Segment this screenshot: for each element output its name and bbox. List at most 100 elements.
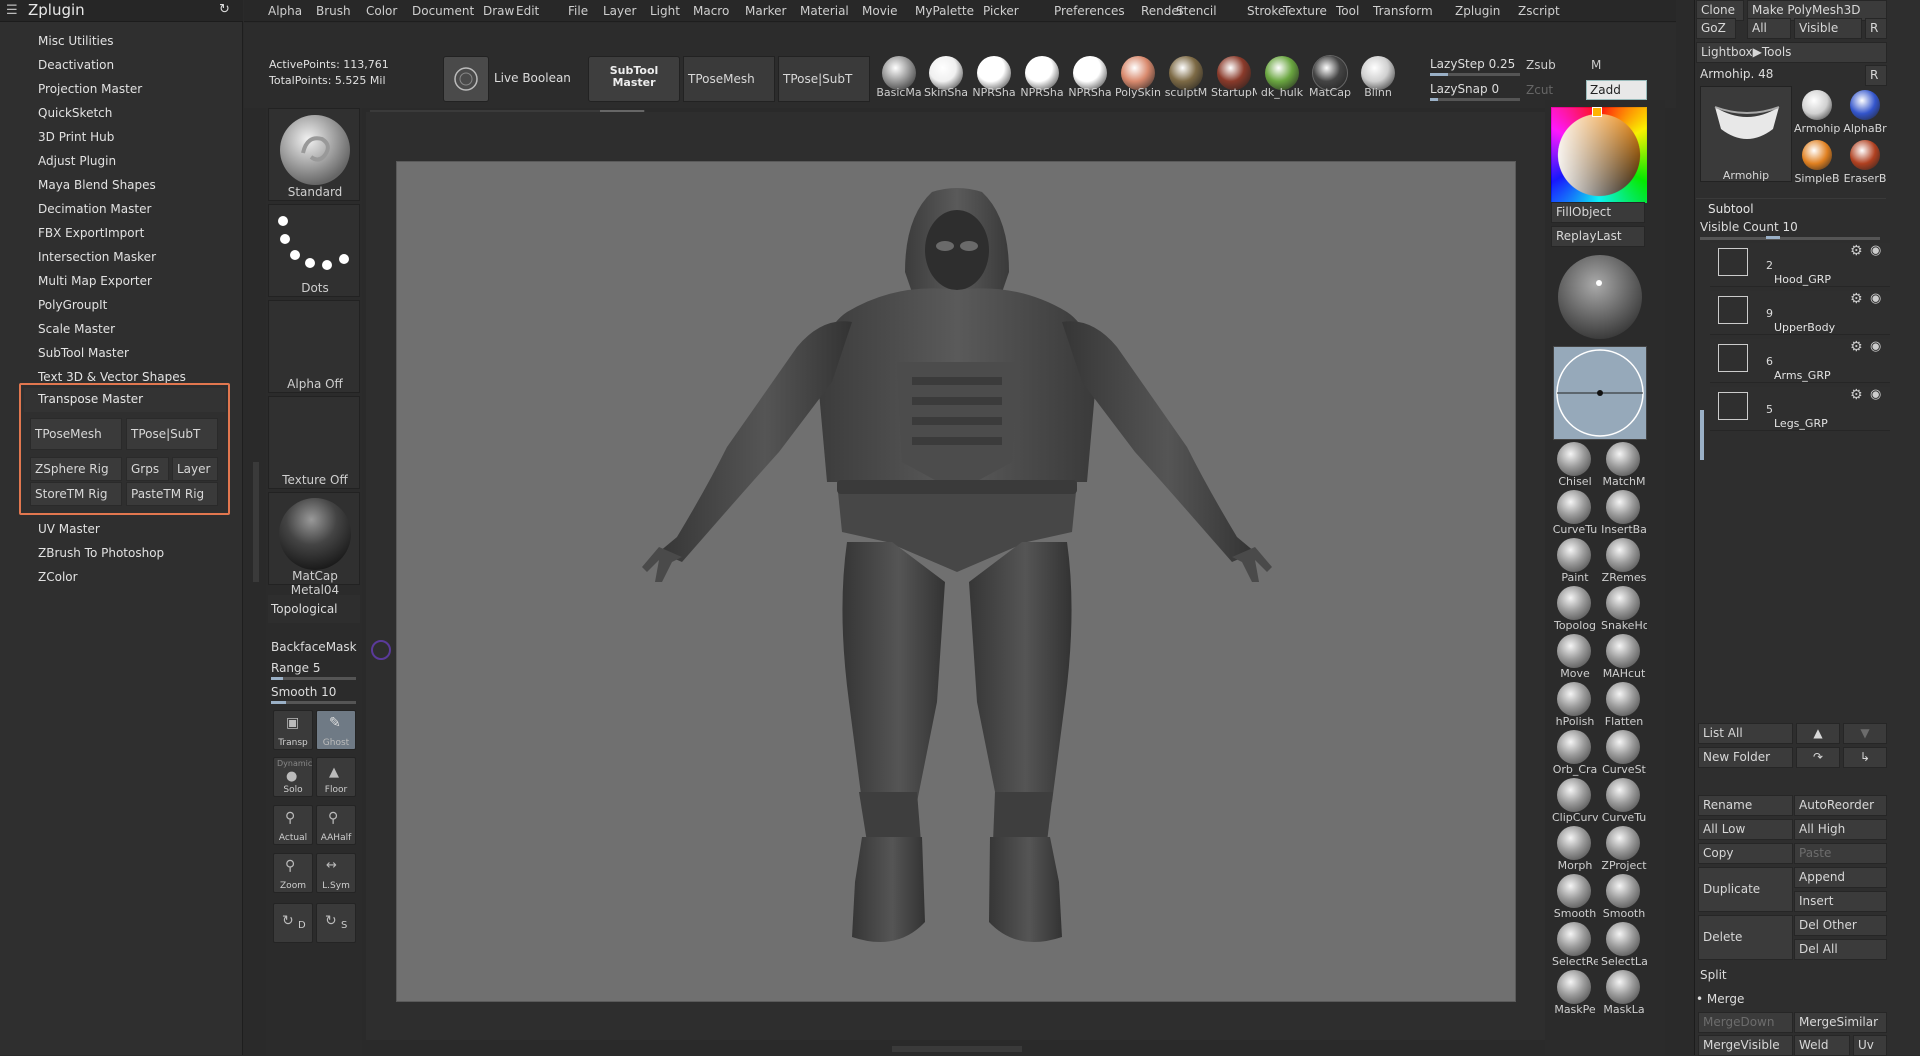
material-swatch[interactable] [977, 56, 1011, 90]
material-swatch[interactable] [1361, 56, 1395, 90]
visible-count-slider[interactable]: Visible Count 10 [1700, 220, 1798, 234]
eye-icon[interactable]: ◉ [1870, 243, 1881, 258]
mergedown-button[interactable]: MergeDown [1698, 1012, 1793, 1033]
gear-icon[interactable]: ⚙ [1850, 243, 1863, 259]
lsym-button[interactable]: ↔ L.Sym [316, 853, 356, 893]
stroke-thumbnail[interactable]: Dots [268, 204, 360, 297]
menu-brush[interactable]: Brush [316, 4, 351, 18]
menu-stencil[interactable]: Stencil [1176, 4, 1217, 18]
solo-button[interactable]: Dynamic ● Solo [273, 757, 313, 797]
smooth-slider[interactable]: Smooth 10 [271, 685, 336, 699]
zcut-toggle[interactable]: Zcut [1526, 83, 1553, 97]
tool-thumb-icon[interactable] [1850, 140, 1880, 170]
list-all-button[interactable]: List All [1698, 723, 1793, 744]
material-swatch[interactable] [882, 56, 916, 90]
live-boolean-toggle[interactable] [443, 56, 489, 102]
plugin-item[interactable]: Adjust Plugin [38, 154, 116, 168]
brush-icon[interactable] [1557, 586, 1591, 620]
range-slider[interactable]: Range 5 [271, 661, 320, 675]
brush-icon[interactable] [1606, 442, 1640, 476]
tool-r-button[interactable]: R [1865, 65, 1887, 86]
menu-file[interactable]: File [568, 4, 588, 18]
menu-edit[interactable]: Edit [516, 4, 539, 18]
lazysnap-track[interactable] [1430, 98, 1520, 101]
split-header[interactable]: Split [1700, 968, 1727, 982]
move-down-button[interactable]: ▼ [1843, 723, 1887, 744]
zsub-toggle[interactable]: Zsub [1526, 58, 1556, 72]
menu-light[interactable]: Light [650, 4, 680, 18]
brush-icon[interactable] [1606, 730, 1640, 764]
visible-button[interactable]: Visible [1794, 18, 1862, 39]
document-viewport[interactable] [396, 161, 1516, 1002]
brush-icon[interactable] [1606, 586, 1640, 620]
lightbox-tools-button[interactable]: Lightbox▶Tools [1696, 42, 1887, 63]
brush-icon[interactable] [1606, 634, 1640, 668]
brush-icon[interactable] [1606, 922, 1640, 956]
material-swatch[interactable] [929, 56, 963, 90]
subtool-folder-row[interactable]: 5 Legs_GRP ⚙ ◉ [1710, 387, 1890, 431]
merge-header[interactable]: • Merge [1696, 992, 1744, 1006]
floor-button[interactable]: ▲ Floor [316, 757, 356, 797]
brush-icon[interactable] [1557, 442, 1591, 476]
subtool-folder-row[interactable]: 2 Hood_GRP ⚙ ◉ [1710, 243, 1890, 287]
brush-icon[interactable] [1606, 874, 1640, 908]
subtool-scroll-indicator[interactable] [1700, 410, 1704, 460]
draw-s-button[interactable]: ↻ S [316, 903, 356, 943]
plugin-item[interactable]: SubTool Master [38, 346, 129, 360]
brush-icon[interactable] [1557, 970, 1591, 1004]
paste-button[interactable]: Paste [1794, 843, 1887, 864]
pastetm-rig-button[interactable]: PasteTM Rig [126, 482, 218, 506]
plugin-item[interactable]: Misc Utilities [38, 34, 114, 48]
alpha-thumbnail[interactable]: Alpha Off [268, 300, 360, 393]
material-swatch[interactable] [1121, 56, 1155, 90]
layer-toggle[interactable]: Layer [172, 457, 218, 481]
menu-color[interactable]: Color [366, 4, 397, 18]
aahalf-button[interactable]: ⚲ AAHalf [316, 805, 356, 845]
duplicate-button[interactable]: Duplicate [1698, 867, 1793, 912]
append-button[interactable]: Append [1794, 867, 1887, 888]
transp-button[interactable]: ▣ Transp [273, 710, 313, 750]
plugin-item[interactable]: Scale Master [38, 322, 115, 336]
plugin-item[interactable]: Maya Blend Shapes [38, 178, 156, 192]
plugin-item[interactable]: Decimation Master [38, 202, 151, 216]
texture-thumbnail[interactable]: Texture Off [268, 396, 360, 489]
brush-icon[interactable] [1557, 778, 1591, 812]
rename-button[interactable]: Rename [1698, 795, 1793, 816]
plugin-item[interactable]: FBX ExportImport [38, 226, 144, 240]
autoreorder-button[interactable]: AutoReorder [1794, 795, 1887, 816]
gyro-preview[interactable] [1553, 346, 1647, 440]
menu-icon[interactable]: ☰ [6, 3, 18, 18]
plugin-item[interactable]: Text 3D & Vector Shapes [38, 370, 186, 384]
copy-button[interactable]: Copy [1698, 843, 1793, 864]
brush-icon[interactable] [1606, 538, 1640, 572]
current-tool-thumbnail[interactable] [1700, 86, 1792, 182]
grps-toggle[interactable]: Grps [126, 457, 169, 481]
brush-icon[interactable] [1557, 682, 1591, 716]
range-track[interactable] [271, 677, 356, 680]
menu-stroke[interactable]: Stroke [1247, 4, 1285, 18]
all-low-button[interactable]: All Low [1698, 819, 1793, 840]
brush-icon[interactable] [1557, 826, 1591, 860]
all-high-button[interactable]: All High [1794, 819, 1887, 840]
ghost-button[interactable]: ✎ Ghost [316, 710, 356, 750]
goz-button[interactable]: GoZ [1696, 18, 1736, 39]
brush-thumbnail[interactable]: Standard [268, 108, 360, 201]
color-swatch[interactable] [1592, 107, 1602, 117]
plugin-item[interactable]: Deactivation [38, 58, 114, 72]
subtool-folder-row[interactable]: 9 UpperBody ⚙ ◉ [1710, 291, 1890, 335]
delete-button[interactable]: Delete [1698, 915, 1793, 960]
mergesimilar-button[interactable]: MergeSimilar [1794, 1012, 1887, 1033]
plugin-item[interactable]: QuickSketch [38, 106, 112, 120]
menu-preferences[interactable]: Preferences [1054, 4, 1125, 18]
topological-toggle[interactable]: Topological [268, 595, 360, 623]
zadd-toggle[interactable]: Zadd [1586, 80, 1647, 100]
brush-icon[interactable] [1606, 490, 1640, 524]
material-swatch[interactable] [1025, 56, 1059, 90]
gear-icon[interactable]: ⚙ [1850, 387, 1863, 403]
transpose-master-header[interactable]: Transpose Master [24, 388, 226, 412]
subtool-master-button[interactable]: SubTool Master [588, 56, 680, 102]
move-return-button[interactable]: ↳ [1843, 747, 1887, 768]
material-swatch[interactable] [1073, 56, 1107, 90]
menu-alpha[interactable]: Alpha [268, 4, 302, 18]
move-right-button[interactable]: ↷ [1796, 747, 1840, 768]
